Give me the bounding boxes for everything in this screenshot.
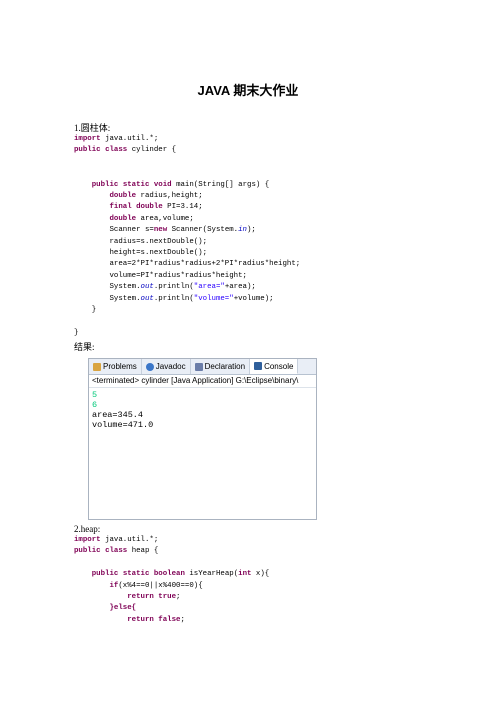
code-line: public class heap { — [74, 547, 159, 556]
section-2-label: 2.heap: — [74, 524, 101, 534]
console-screenshot: Problems Javadoc Declaration Console <te… — [88, 358, 317, 520]
console-output-line: volume=471.0 — [92, 420, 154, 430]
console-status: <terminated> cylinder [Java Application]… — [89, 375, 316, 388]
section-1-label: 1.圆柱体: — [74, 123, 111, 133]
code-block-cylinder: import java.util.*; public class cylinde… — [74, 134, 300, 339]
console-output-line: area=345.4 — [92, 410, 144, 420]
console-output: 5 6 area=345.4 volume=471.0 — [89, 388, 316, 432]
tab-console[interactable]: Console — [250, 359, 299, 374]
code-line: double radius,height; — [109, 192, 203, 201]
code-line: final double PI=3.14; — [109, 203, 203, 212]
code-line: if(x%4==0||x%400==0){ — [109, 581, 203, 590]
console-icon — [254, 362, 263, 370]
problems-icon — [93, 362, 101, 371]
result-label: 结果: — [74, 342, 95, 352]
code-line: System.out.println("area="+area); — [109, 283, 256, 292]
code-line: }else{ — [109, 604, 137, 613]
tab-problems[interactable]: Problems — [89, 359, 142, 374]
console-input-line: 6 — [92, 400, 98, 410]
view-tab-bar: Problems Javadoc Declaration Console — [89, 359, 316, 375]
code-line: public static boolean isYearHeap(int x){ — [91, 570, 270, 579]
tab-javadoc[interactable]: Javadoc — [142, 359, 191, 374]
document-title: JAVA 期末大作业 — [197, 83, 299, 98]
code-line: import java.util.*; — [74, 536, 159, 544]
console-input-line: 5 — [92, 390, 98, 400]
code-line: } — [91, 306, 97, 315]
code-line: public static void main(String[] args) { — [91, 180, 270, 189]
tab-declaration[interactable]: Declaration — [191, 359, 251, 374]
declaration-icon — [194, 362, 203, 371]
code-line: radius=s.nextDouble(); — [109, 237, 208, 246]
code-line: System.out.println("volume="+volume); — [109, 294, 274, 303]
code-block-heap: import java.util.*; public class heap { … — [74, 535, 269, 626]
code-line: height=s.nextDouble(); — [109, 249, 208, 258]
code-line: return true; — [127, 593, 181, 602]
code-line: Scanner s=new Scanner(System.in); — [109, 226, 256, 235]
code-line: public class cylinder { — [74, 146, 177, 155]
code-line: double area,volume; — [109, 214, 194, 223]
code-line: volume=PI*radius*radius*height; — [109, 271, 247, 280]
javadoc-icon — [145, 362, 154, 371]
code-line: } — [74, 328, 79, 337]
code-line: import java.util.*; — [74, 135, 159, 143]
code-line: area=2*PI*radius*radius+2*PI*radius*heig… — [109, 260, 301, 269]
code-line: return false; — [127, 615, 185, 624]
